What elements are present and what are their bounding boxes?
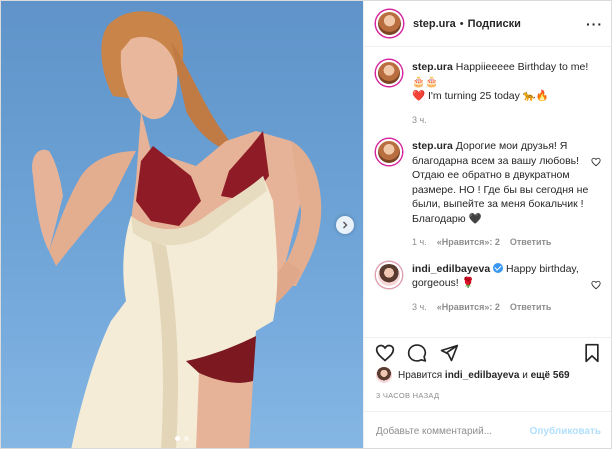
caption-body: step.ura Happiieeeee Birthday to me! 🎂🎂 … xyxy=(412,60,592,127)
share-button[interactable] xyxy=(438,342,460,364)
publish-button[interactable]: Опубликовать xyxy=(530,426,601,437)
likes-prefix: Нравится xyxy=(398,369,443,381)
heart-outline-icon[interactable] xyxy=(591,157,601,167)
photo-illustration xyxy=(32,11,322,448)
carousel-next-button[interactable] xyxy=(336,216,354,234)
comment-item: step.ura Дорогие мои друзья! Я благодарн… xyxy=(376,127,601,250)
reply-button[interactable]: Ответить xyxy=(510,235,552,250)
caption-emoji-cake: 🎂🎂 xyxy=(412,75,439,88)
post-modal: step.ura • Подписки ··· step.ura Happiie… xyxy=(0,0,612,449)
comments-list: step.ura Happiieeeee Birthday to me! 🎂🎂 … xyxy=(364,48,611,336)
comment-username[interactable]: step.ura xyxy=(412,140,453,152)
caption-time[interactable]: 3 ч. xyxy=(412,113,427,128)
caption-author-avatar[interactable] xyxy=(376,60,402,86)
post-actions xyxy=(364,337,611,367)
caption: step.ura Happiieeeee Birthday to me! 🎂🎂 … xyxy=(376,48,601,127)
likes-others-count[interactable]: ещё 569 xyxy=(531,370,570,381)
comment-body: step.ura Дорогие мои друзья! Я благодарн… xyxy=(412,139,592,250)
black-heart-emoji: 🖤 xyxy=(468,212,482,225)
comment-author-avatar[interactable] xyxy=(376,139,402,165)
save-button[interactable] xyxy=(581,342,603,364)
heart-outline-icon[interactable] xyxy=(591,280,601,290)
comment-time[interactable]: 1 ч. xyxy=(412,235,427,250)
comment-text: Дорогие мои друзья! Я благодарна всем за… xyxy=(412,140,589,225)
like-button[interactable] xyxy=(374,342,396,364)
caption-text-line1: Happiieeeee Birthday to me! xyxy=(455,61,589,73)
paper-plane-icon xyxy=(440,344,459,361)
comment-likes-count[interactable]: «Нравится»: 2 xyxy=(437,235,500,250)
comment-username[interactable]: indi_edilbayeva xyxy=(412,263,490,275)
chevron-right-icon xyxy=(343,221,348,229)
carousel-dot xyxy=(184,436,189,441)
caption-username[interactable]: step.ura xyxy=(412,61,453,73)
comment-meta: 1 ч. «Нравится»: 2 Ответить xyxy=(412,235,592,250)
comment-body: indi_edilbayeva Happy birthday, gorgeous… xyxy=(412,262,592,315)
more-options-icon[interactable]: ··· xyxy=(586,16,603,32)
post-side-panel: step.ura • Подписки ··· step.ura Happiie… xyxy=(363,1,611,448)
comment-item: indi_edilbayeva Happy birthday, gorgeous… xyxy=(376,250,601,315)
bookmark-icon xyxy=(585,343,599,362)
rose-emoji: 🌹 xyxy=(461,277,475,289)
author-username[interactable]: step.ura xyxy=(413,18,456,30)
likes-summary[interactable]: Нравится indi_edilbayeva и ещё 569 xyxy=(376,367,570,383)
caption-emoji-leopard-fire: 🐆🔥 xyxy=(522,90,549,102)
author-avatar[interactable] xyxy=(376,10,403,37)
post-timestamp[interactable]: 3 ЧАСОВ НАЗАД xyxy=(376,391,439,400)
carousel-indicator xyxy=(1,436,363,441)
header-separator: • xyxy=(459,17,464,30)
carousel-dot-active xyxy=(175,436,180,441)
comment-button[interactable] xyxy=(406,342,428,364)
verified-badge-icon xyxy=(493,262,504,273)
caption-meta: 3 ч. xyxy=(412,113,592,128)
comment-bubble-icon xyxy=(407,343,427,362)
likes-conj: и xyxy=(522,369,528,381)
comment-input[interactable] xyxy=(376,425,530,437)
liker-avatar xyxy=(376,367,392,383)
comment-time[interactable]: 3 ч. xyxy=(412,300,427,315)
reply-button[interactable]: Ответить xyxy=(510,300,552,315)
liker-username[interactable]: indi_edilbayeva xyxy=(445,370,519,381)
heart-icon xyxy=(375,344,395,362)
post-photo[interactable] xyxy=(1,1,363,448)
comment-author-avatar[interactable] xyxy=(376,261,402,288)
caption-text-line2: I'm turning 25 today xyxy=(428,90,520,102)
comment-meta: 3 ч. «Нравится»: 2 Ответить xyxy=(412,300,592,315)
add-comment-bar: Опубликовать xyxy=(364,411,611,448)
comment-likes-count[interactable]: «Нравится»: 2 xyxy=(437,300,500,315)
following-button[interactable]: Подписки xyxy=(468,18,521,30)
heart-emoji: ❤️ xyxy=(412,90,426,102)
post-header: step.ura • Подписки ··· xyxy=(364,1,611,47)
